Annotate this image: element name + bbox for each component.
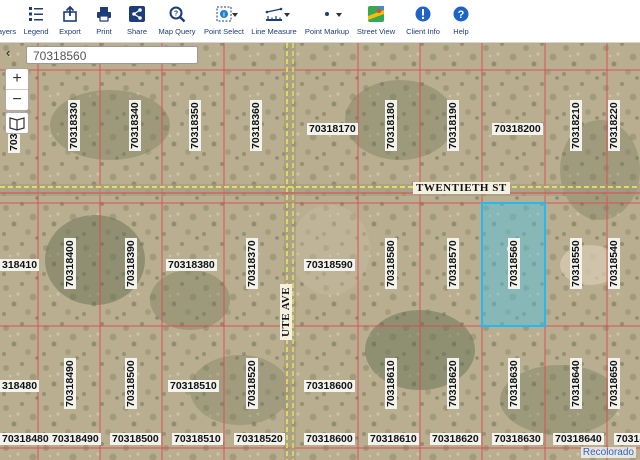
print-label: Print bbox=[96, 27, 112, 36]
parcel-label[interactable]: 70318640 bbox=[553, 433, 604, 445]
parcel-label[interactable]: 70318620 bbox=[430, 433, 481, 445]
map-query-label: Map Query bbox=[158, 27, 196, 36]
parcel-label[interactable]: 70318 bbox=[614, 433, 640, 445]
parcel-label[interactable]: 70318190 bbox=[447, 100, 459, 151]
toolbar: ayers Legend Export Print Share ? Map Qu… bbox=[0, 0, 640, 43]
share-label: Share bbox=[126, 27, 147, 36]
parcel-label[interactable]: 70318360 bbox=[250, 100, 262, 151]
map-credit[interactable]: Recolorado bbox=[580, 447, 636, 458]
parcel-label[interactable]: 70318600 bbox=[304, 433, 355, 445]
line-measure-tool[interactable]: Line Measure bbox=[251, 3, 297, 39]
parcel-label[interactable]: 318410 bbox=[0, 259, 40, 271]
parcel-label[interactable]: 70318370 bbox=[246, 238, 258, 289]
parcel-label[interactable]: 70318490 bbox=[50, 433, 101, 445]
share-icon bbox=[128, 3, 146, 25]
parcel-label[interactable]: 70318610 bbox=[385, 358, 397, 409]
parcel-label[interactable]: 70318220 bbox=[608, 100, 620, 151]
aerial-imagery bbox=[0, 43, 640, 460]
street-label-twentieth-st: TWENTIETH ST bbox=[413, 182, 510, 194]
parcel-label[interactable]: 70318400 bbox=[64, 238, 76, 289]
line-measure-dropdown-icon[interactable] bbox=[284, 13, 290, 17]
print-icon bbox=[95, 3, 113, 25]
parcel-label[interactable]: 70318650 bbox=[608, 358, 620, 409]
parcel-label[interactable]: 70318550 bbox=[570, 238, 582, 289]
parcel-label[interactable]: 70318340 bbox=[129, 100, 141, 151]
parcel-label[interactable]: 70318540 bbox=[608, 238, 620, 289]
parcel-label[interactable]: 70318390 bbox=[125, 238, 137, 289]
map-query-icon: ? bbox=[168, 3, 186, 25]
parcel-label[interactable]: 70318200 bbox=[492, 123, 543, 135]
parcel-label[interactable]: 70318380 bbox=[166, 259, 217, 271]
svg-text:?: ? bbox=[458, 9, 465, 21]
parcel-label[interactable]: 70318510 bbox=[168, 380, 219, 392]
parcel-label[interactable]: 70318600 bbox=[304, 380, 355, 392]
point-select-label: Point Select bbox=[203, 27, 245, 36]
legend-label: Legend bbox=[23, 27, 49, 36]
parcel-label[interactable]: 70318590 bbox=[304, 259, 355, 271]
parcel-label[interactable]: 70318500 bbox=[125, 358, 137, 409]
client-info-icon bbox=[414, 3, 432, 25]
parcel-label[interactable]: 70318630 bbox=[508, 358, 520, 409]
parcel-label[interactable]: 70318480 bbox=[0, 433, 51, 445]
help-label: Help bbox=[453, 27, 469, 36]
point-select-icon: i bbox=[215, 3, 233, 25]
help-icon: ? bbox=[452, 3, 470, 25]
street-view-label: Street View bbox=[356, 27, 396, 36]
zoom-in-button[interactable]: + bbox=[6, 69, 28, 89]
parcel-label[interactable]: 70318520 bbox=[246, 358, 258, 409]
parcel-label[interactable]: 70318330 bbox=[68, 100, 80, 151]
layers-label: ayers bbox=[0, 27, 17, 36]
close-panel-button[interactable]: ‹ bbox=[6, 45, 10, 60]
point-select-tool[interactable]: i Point Select bbox=[204, 3, 244, 39]
street-view-icon bbox=[367, 3, 385, 25]
parcel-label[interactable]: 70318620 bbox=[447, 358, 459, 409]
zoom-control: + − bbox=[5, 68, 29, 111]
export-label: Export bbox=[59, 27, 81, 36]
street-label-ute-ave: UTE AVE bbox=[280, 283, 292, 340]
point-select-dropdown-icon[interactable] bbox=[232, 13, 238, 17]
search-input[interactable]: 70318560 bbox=[26, 46, 198, 64]
client-info-label: Client Info bbox=[406, 27, 440, 36]
legend-tool[interactable]: Legend bbox=[22, 3, 50, 39]
parcel-label[interactable]: 70318180 bbox=[385, 100, 397, 151]
print-tool[interactable]: Print bbox=[92, 3, 116, 39]
point-markup-dropdown-icon[interactable] bbox=[336, 13, 342, 17]
parcel-label[interactable]: 70318570 bbox=[447, 238, 459, 289]
point-markup-label: Point Markup bbox=[304, 27, 350, 36]
parcel-label[interactable]: 70318510 bbox=[172, 433, 223, 445]
parcel-label[interactable]: 70318490 bbox=[64, 358, 76, 409]
help-tool[interactable]: ? Help bbox=[450, 3, 472, 39]
parcel-label[interactable]: 70318350 bbox=[189, 100, 201, 151]
parcel-label[interactable]: 70318500 bbox=[110, 433, 161, 445]
export-tool[interactable]: Export bbox=[57, 3, 83, 39]
bookmark-button[interactable] bbox=[5, 112, 29, 134]
map-canvas[interactable]: TWENTIETH ST UTE AVE 703 70318330 703183… bbox=[0, 43, 640, 460]
parcel-label[interactable]: 318480 bbox=[0, 380, 40, 392]
parcel-label[interactable]: 70318640 bbox=[570, 358, 582, 409]
point-markup-icon bbox=[318, 3, 336, 25]
share-tool[interactable]: Share bbox=[125, 3, 149, 39]
parcel-label[interactable]: 70318210 bbox=[570, 100, 582, 151]
export-icon bbox=[61, 3, 79, 25]
client-info-tool[interactable]: Client Info bbox=[405, 3, 441, 39]
zoom-out-button[interactable]: − bbox=[6, 89, 28, 110]
parcel-label[interactable]: 70318520 bbox=[234, 433, 285, 445]
parcel-label[interactable]: 70318610 bbox=[368, 433, 419, 445]
svg-text:?: ? bbox=[174, 11, 178, 18]
line-measure-icon bbox=[264, 3, 284, 25]
legend-icon bbox=[27, 3, 45, 25]
parcel-label[interactable]: 70318630 bbox=[492, 433, 543, 445]
book-icon bbox=[9, 117, 25, 131]
map-query-tool[interactable]: ? Map Query bbox=[158, 3, 196, 39]
parcel-label[interactable]: 70318170 bbox=[307, 123, 358, 135]
parcel-label-selected[interactable]: 70318560 bbox=[508, 238, 520, 289]
layers-tool[interactable]: ayers bbox=[0, 3, 17, 39]
point-markup-tool[interactable]: Point Markup bbox=[305, 3, 349, 39]
line-measure-label: Line Measure bbox=[251, 27, 297, 36]
street-view-tool[interactable]: Street View bbox=[356, 3, 396, 39]
parcel-label[interactable]: 70318580 bbox=[385, 238, 397, 289]
